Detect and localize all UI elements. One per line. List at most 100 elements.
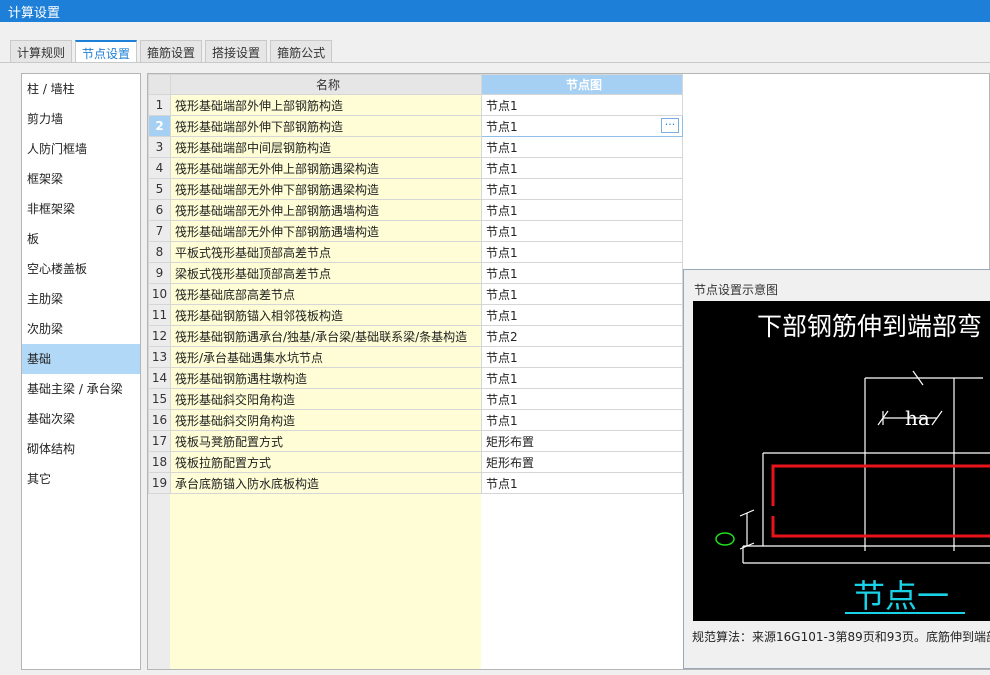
row-node-value[interactable]: 矩形布置 — [481, 451, 683, 473]
row-name[interactable]: 筏板拉筋配置方式 — [170, 451, 482, 473]
row-name[interactable]: 筏形基础斜交阴角构造 — [170, 409, 482, 431]
tab-node-settings[interactable]: 节点设置 — [75, 40, 138, 62]
table-row[interactable]: 4 筏形基础端部无外伸上部钢筋遇梁构造 节点1 — [148, 157, 683, 179]
sidebar-item-foundation[interactable]: 基础 — [22, 344, 140, 374]
row-number[interactable]: 14 — [148, 367, 171, 389]
row-number[interactable]: 1 — [148, 94, 171, 116]
sidebar-item-other[interactable]: 其它 — [22, 464, 140, 494]
table-row[interactable]: 9 梁板式筏形基础顶部高差节点 节点1 — [148, 262, 683, 284]
row-name[interactable]: 筏形基础端部无外伸下部钢筋遇墙构造 — [170, 220, 482, 242]
row-number[interactable]: 17 — [148, 430, 171, 452]
row-name[interactable]: 筏形基础端部无外伸上部钢筋遇墙构造 — [170, 199, 482, 221]
sidebar-item-hollow-floor-slab[interactable]: 空心楼盖板 — [22, 254, 140, 284]
row-number[interactable]: 19 — [148, 472, 171, 494]
sidebar-item-frame-beam[interactable]: 框架梁 — [22, 164, 140, 194]
row-name[interactable]: 筏形/承台基础遇集水坑节点 — [170, 346, 482, 368]
row-node-value[interactable]: 节点1 — [481, 346, 683, 368]
table-row[interactable]: 10 筏形基础底部高差节点 节点1 — [148, 283, 683, 305]
row-node-value[interactable]: 节点2 — [481, 325, 683, 347]
row-node-value[interactable]: 节点1 — [481, 262, 683, 284]
row-name[interactable]: 筏形基础端部外伸下部钢筋构造 — [170, 115, 482, 137]
table-row[interactable]: 3 筏形基础端部中间层钢筋构造 节点1 — [148, 136, 683, 158]
table-row[interactable]: 8 平板式筏形基础顶部高差节点 节点1 — [148, 241, 683, 263]
sidebar-item-column-wall[interactable]: 柱 / 墙柱 — [22, 74, 140, 104]
table-row[interactable]: 5 筏形基础端部无外伸下部钢筋遇梁构造 节点1 — [148, 178, 683, 200]
table-row[interactable]: 14 筏形基础钢筋遇柱墩构造 节点1 — [148, 367, 683, 389]
table-row[interactable]: 17 筏板马凳筋配置方式 矩形布置 — [148, 430, 683, 452]
row-number[interactable]: 12 — [148, 325, 171, 347]
row-name[interactable]: 筏形基础钢筋遇承台/独基/承台梁/基础联系梁/条基构造 — [170, 325, 482, 347]
row-node-value[interactable]: 节点1 — [481, 136, 683, 158]
sidebar-item-secondary-rib-beam[interactable]: 次肋梁 — [22, 314, 140, 344]
row-node-value[interactable]: 节点1 — [481, 94, 683, 116]
sidebar-item-foundation-main-beam[interactable]: 基础主梁 / 承台梁 — [22, 374, 140, 404]
row-number[interactable]: 2 — [148, 115, 171, 137]
row-name[interactable]: 筏形基础端部外伸上部钢筋构造 — [170, 94, 482, 116]
row-number[interactable]: 4 — [148, 157, 171, 179]
row-number[interactable]: 9 — [148, 262, 171, 284]
row-name[interactable]: 平板式筏形基础顶部高差节点 — [170, 241, 482, 263]
table-row-selected[interactable]: 2 筏形基础端部外伸下部钢筋构造 节点1 ··· — [148, 115, 683, 137]
table-row[interactable]: 16 筏形基础斜交阴角构造 节点1 — [148, 409, 683, 431]
row-number[interactable]: 5 — [148, 178, 171, 200]
row-node-value[interactable]: 节点1 — [481, 283, 683, 305]
row-number[interactable]: 3 — [148, 136, 171, 158]
row-number[interactable]: 16 — [148, 409, 171, 431]
row-name[interactable]: 筏形基础端部中间层钢筋构造 — [170, 136, 482, 158]
row-number[interactable]: 8 — [148, 241, 171, 263]
tab-stirrup-settings[interactable]: 箍筋设置 — [140, 40, 203, 62]
row-name[interactable]: 筏板马凳筋配置方式 — [170, 430, 482, 452]
row-node-value[interactable]: 矩形布置 — [481, 430, 683, 452]
browse-node-button[interactable]: ··· — [661, 118, 679, 133]
table-row[interactable]: 19 承台底筋锚入防水底板构造 节点1 — [148, 472, 683, 494]
row-node-value[interactable]: 节点1 — [481, 157, 683, 179]
sidebar-item-slab[interactable]: 板 — [22, 224, 140, 254]
row-name[interactable]: 筏形基础端部无外伸下部钢筋遇梁构造 — [170, 178, 482, 200]
column-header-node[interactable]: 节点图 — [481, 74, 683, 95]
table-row[interactable]: 11 筏形基础钢筋锚入相邻筏板构造 节点1 — [148, 304, 683, 326]
row-name[interactable]: 梁板式筏形基础顶部高差节点 — [170, 262, 482, 284]
row-name[interactable]: 筏形基础端部无外伸上部钢筋遇梁构造 — [170, 157, 482, 179]
table-row[interactable]: 1 筏形基础端部外伸上部钢筋构造 节点1 — [148, 94, 683, 116]
row-name[interactable]: 筏形基础斜交阳角构造 — [170, 388, 482, 410]
sidebar-item-non-frame-beam[interactable]: 非框架梁 — [22, 194, 140, 224]
row-node-value[interactable]: 节点1 — [481, 178, 683, 200]
row-number[interactable]: 11 — [148, 304, 171, 326]
row-node-value[interactable]: 节点1 — [481, 199, 683, 221]
table-row[interactable]: 12 筏形基础钢筋遇承台/独基/承台梁/基础联系梁/条基构造 节点2 — [148, 325, 683, 347]
sidebar-item-masonry[interactable]: 砌体结构 — [22, 434, 140, 464]
table-row[interactable]: 7 筏形基础端部无外伸下部钢筋遇墙构造 节点1 — [148, 220, 683, 242]
row-number[interactable]: 18 — [148, 451, 171, 473]
row-node-value[interactable]: 节点1 — [481, 409, 683, 431]
row-node-editor[interactable]: 节点1 ··· — [481, 115, 683, 137]
sidebar-item-foundation-secondary-beam[interactable]: 基础次梁 — [22, 404, 140, 434]
row-name[interactable]: 筏形基础底部高差节点 — [170, 283, 482, 305]
row-number[interactable]: 6 — [148, 199, 171, 221]
row-number[interactable]: 15 — [148, 388, 171, 410]
tab-lap-settings[interactable]: 搭接设置 — [205, 40, 268, 62]
row-node-value[interactable]: 节点1 — [481, 472, 683, 494]
table-row[interactable]: 18 筏板拉筋配置方式 矩形布置 — [148, 451, 683, 473]
row-node-value[interactable]: 节点1 — [481, 220, 683, 242]
row-number[interactable]: 10 — [148, 283, 171, 305]
row-node-value[interactable]: 节点1 — [481, 304, 683, 326]
row-name[interactable]: 筏形基础钢筋遇柱墩构造 — [170, 367, 482, 389]
sidebar-item-main-rib-beam[interactable]: 主肋梁 — [22, 284, 140, 314]
row-node-value[interactable]: 节点1 — [481, 367, 683, 389]
table-row[interactable]: 15 筏形基础斜交阳角构造 节点1 — [148, 388, 683, 410]
column-header-name[interactable]: 名称 — [170, 74, 482, 95]
row-name[interactable]: 承台底筋锚入防水底板构造 — [170, 472, 482, 494]
row-number[interactable]: 13 — [148, 346, 171, 368]
row-node-value[interactable]: 节点1 — [486, 120, 518, 134]
tab-calc-rules[interactable]: 计算规则 — [10, 40, 73, 62]
table-row[interactable]: 13 筏形/承台基础遇集水坑节点 节点1 — [148, 346, 683, 368]
tab-stirrup-formula[interactable]: 箍筋公式 — [270, 40, 333, 62]
row-node-value[interactable]: 节点1 — [481, 388, 683, 410]
sidebar-item-shear-wall[interactable]: 剪力墙 — [22, 104, 140, 134]
row-node-value[interactable]: 节点1 — [481, 241, 683, 263]
table-row[interactable]: 6 筏形基础端部无外伸上部钢筋遇墙构造 节点1 — [148, 199, 683, 221]
row-number[interactable]: 7 — [148, 220, 171, 242]
diagram-heading: 下部钢筋伸到端部弯 — [757, 312, 982, 341]
sidebar-item-civil-defense-door-wall[interactable]: 人防门框墙 — [22, 134, 140, 164]
row-name[interactable]: 筏形基础钢筋锚入相邻筏板构造 — [170, 304, 482, 326]
